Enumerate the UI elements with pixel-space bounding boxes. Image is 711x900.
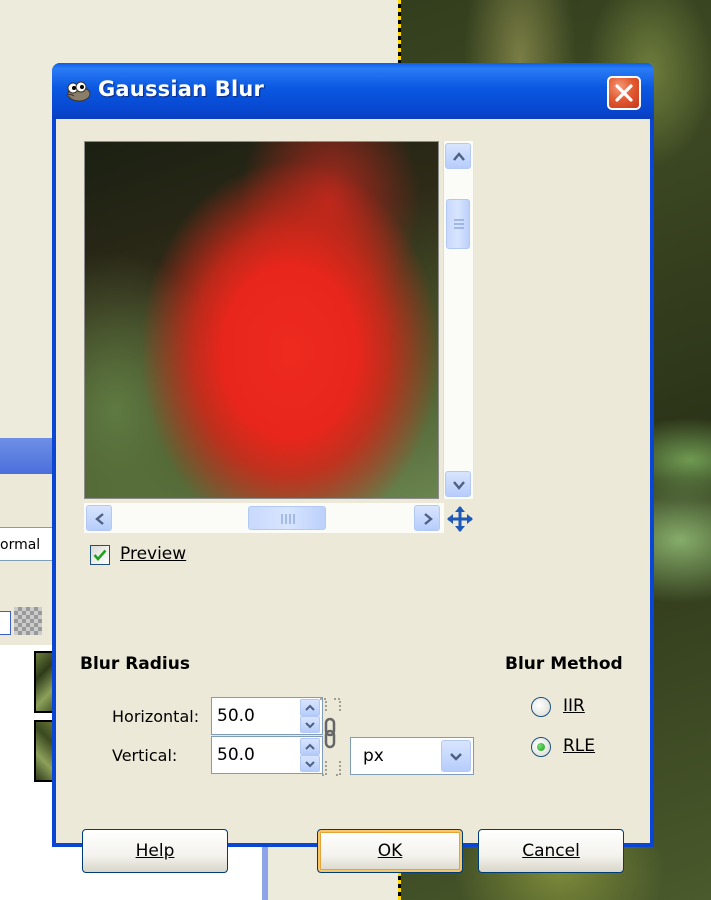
grip-icon bbox=[281, 514, 295, 524]
close-button[interactable] bbox=[607, 76, 641, 110]
gimp-wilber-icon bbox=[65, 81, 91, 102]
radio-iir-label-text: IIR bbox=[563, 696, 585, 716]
ok-button-label: OK bbox=[377, 841, 403, 861]
scroll-down-button[interactable] bbox=[445, 471, 471, 497]
preview-label-text: Preview bbox=[120, 544, 187, 564]
radio-rle-label-text: RLE bbox=[563, 736, 596, 756]
dialog-client-area: Preview Blur Radius Horizontal: Vertical… bbox=[56, 119, 650, 873]
dialog-titlebar[interactable]: Gaussian Blur bbox=[52, 63, 654, 119]
grip-icon bbox=[454, 219, 464, 229]
dialog-title: Gaussian Blur bbox=[98, 77, 265, 101]
preview-area[interactable] bbox=[84, 141, 439, 499]
scroll-up-icon bbox=[453, 152, 465, 161]
help-button-label: Help bbox=[135, 841, 175, 861]
close-icon bbox=[615, 84, 633, 102]
scroll-up-button[interactable] bbox=[445, 143, 471, 169]
navigate-move-icon[interactable] bbox=[446, 505, 474, 533]
checkmark-icon bbox=[93, 549, 107, 561]
unit-select[interactable]: px bbox=[350, 737, 474, 775]
layers-panel-titlebar bbox=[0, 438, 60, 474]
vertical-label: Vertical: bbox=[112, 746, 178, 765]
lock-alpha-icon[interactable] bbox=[14, 607, 42, 635]
radio-dot bbox=[537, 743, 545, 751]
cancel-button-label: Cancel bbox=[522, 841, 580, 861]
dropdown-arrow-icon bbox=[450, 753, 462, 761]
help-button[interactable]: Help bbox=[82, 829, 228, 873]
scroll-right-icon bbox=[424, 513, 433, 525]
scroll-down-icon bbox=[453, 481, 465, 490]
radio-iir[interactable] bbox=[531, 697, 551, 717]
vertical-spinbutton[interactable] bbox=[211, 736, 323, 774]
ok-button[interactable]: OK bbox=[317, 829, 463, 873]
blur-radius-heading: Blur Radius bbox=[80, 654, 190, 674]
preview-vertical-scrollbar[interactable] bbox=[443, 141, 473, 499]
horizontal-scroll-thumb[interactable] bbox=[248, 506, 326, 530]
preview-horizontal-scrollbar[interactable] bbox=[84, 503, 444, 533]
lock-toggle[interactable] bbox=[0, 611, 11, 635]
preview-checkbox[interactable] bbox=[90, 545, 110, 565]
scroll-left-icon bbox=[95, 513, 104, 525]
horizontal-label: Horizontal: bbox=[112, 707, 200, 726]
radio-rle[interactable] bbox=[531, 737, 551, 757]
scroll-left-button[interactable] bbox=[86, 505, 112, 531]
blur-method-heading: Blur Method bbox=[505, 654, 623, 674]
unit-dropdown-button[interactable] bbox=[441, 740, 471, 772]
chain-link-icon[interactable] bbox=[314, 697, 344, 777]
radio-iir-label[interactable]: IIR bbox=[563, 696, 585, 716]
radio-rle-label[interactable]: RLE bbox=[563, 736, 595, 756]
cancel-button[interactable]: Cancel bbox=[478, 829, 624, 873]
horizontal-spinbutton[interactable] bbox=[211, 697, 323, 735]
gaussian-blur-dialog: Gaussian Blur Preview Blur Radius Horizo… bbox=[52, 63, 654, 873]
preview-checkbox-label[interactable]: Preview bbox=[120, 544, 186, 564]
layer-mode-value: ormal bbox=[0, 537, 41, 553]
horizontal-input[interactable] bbox=[214, 700, 291, 732]
vertical-scroll-thumb[interactable] bbox=[446, 199, 470, 249]
layer-mode-combo[interactable]: ormal bbox=[0, 527, 54, 561]
panel-divider bbox=[262, 845, 268, 900]
preview-image bbox=[85, 142, 438, 498]
vertical-input[interactable] bbox=[214, 739, 291, 771]
scroll-right-button[interactable] bbox=[414, 505, 440, 531]
unit-value: px bbox=[363, 746, 384, 766]
